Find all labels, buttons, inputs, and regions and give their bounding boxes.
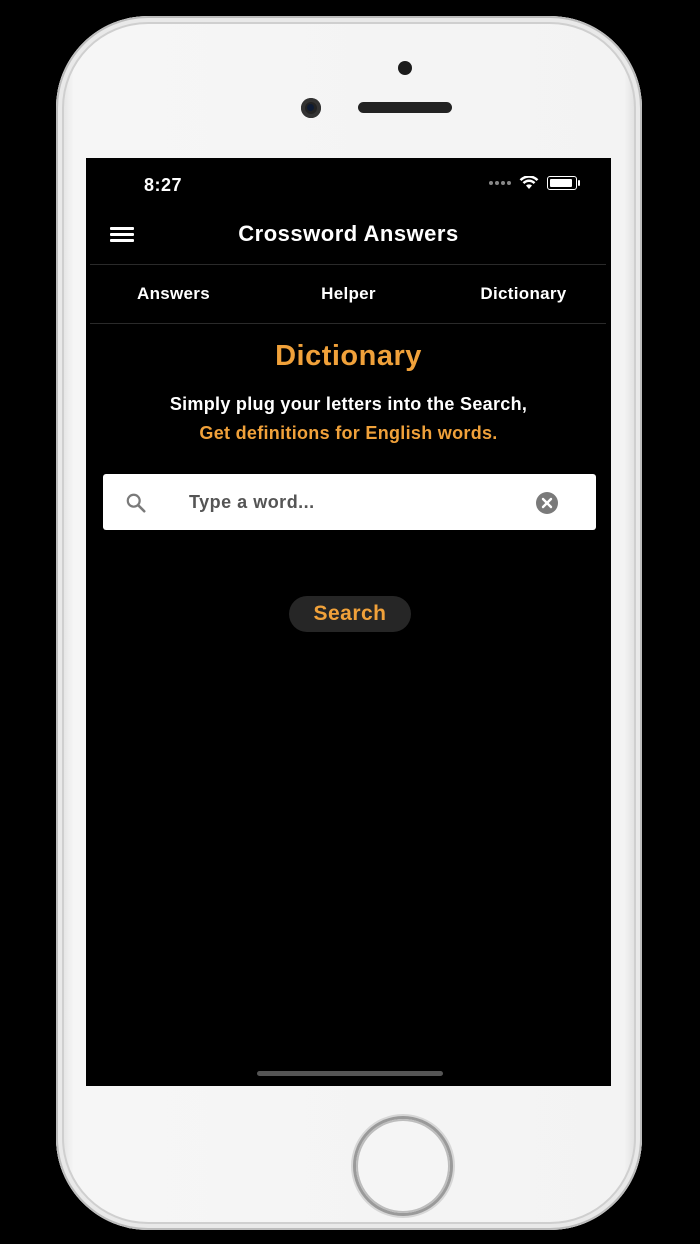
clear-icon[interactable] bbox=[535, 491, 559, 515]
search-button[interactable]: Search bbox=[289, 596, 411, 632]
app-bar: Crossword Answers bbox=[86, 208, 611, 264]
status-icons bbox=[489, 176, 580, 190]
subtitle-line-2: Get definitions for English words. bbox=[199, 423, 498, 443]
subtitle-line-1: Simply plug your letters into the Search… bbox=[169, 394, 528, 414]
tab-answers[interactable]: Answers bbox=[86, 266, 261, 322]
app-screen: 8:27 Crossword Answers Answers Helper Di… bbox=[86, 158, 611, 1086]
signal-icon bbox=[489, 181, 511, 185]
divider bbox=[90, 264, 606, 265]
proximity-sensor bbox=[398, 61, 412, 75]
battery-icon bbox=[547, 176, 580, 190]
tab-helper[interactable]: Helper bbox=[261, 266, 436, 322]
status-time: 8:27 bbox=[144, 175, 183, 195]
wifi-icon bbox=[519, 176, 539, 189]
home-button[interactable] bbox=[356, 1119, 450, 1213]
front-camera bbox=[301, 98, 321, 118]
search-icon bbox=[126, 493, 146, 513]
search-bar bbox=[103, 474, 596, 530]
tab-bar: Answers Helper Dictionary bbox=[86, 266, 611, 322]
page-heading: Dictionary bbox=[275, 340, 422, 372]
home-indicator[interactable] bbox=[257, 1071, 443, 1076]
app-title: Crossword Answers bbox=[238, 221, 459, 246]
search-input[interactable] bbox=[189, 484, 519, 520]
earpiece-speaker bbox=[358, 102, 452, 113]
divider bbox=[90, 323, 606, 324]
tab-dictionary[interactable]: Dictionary bbox=[436, 266, 611, 322]
